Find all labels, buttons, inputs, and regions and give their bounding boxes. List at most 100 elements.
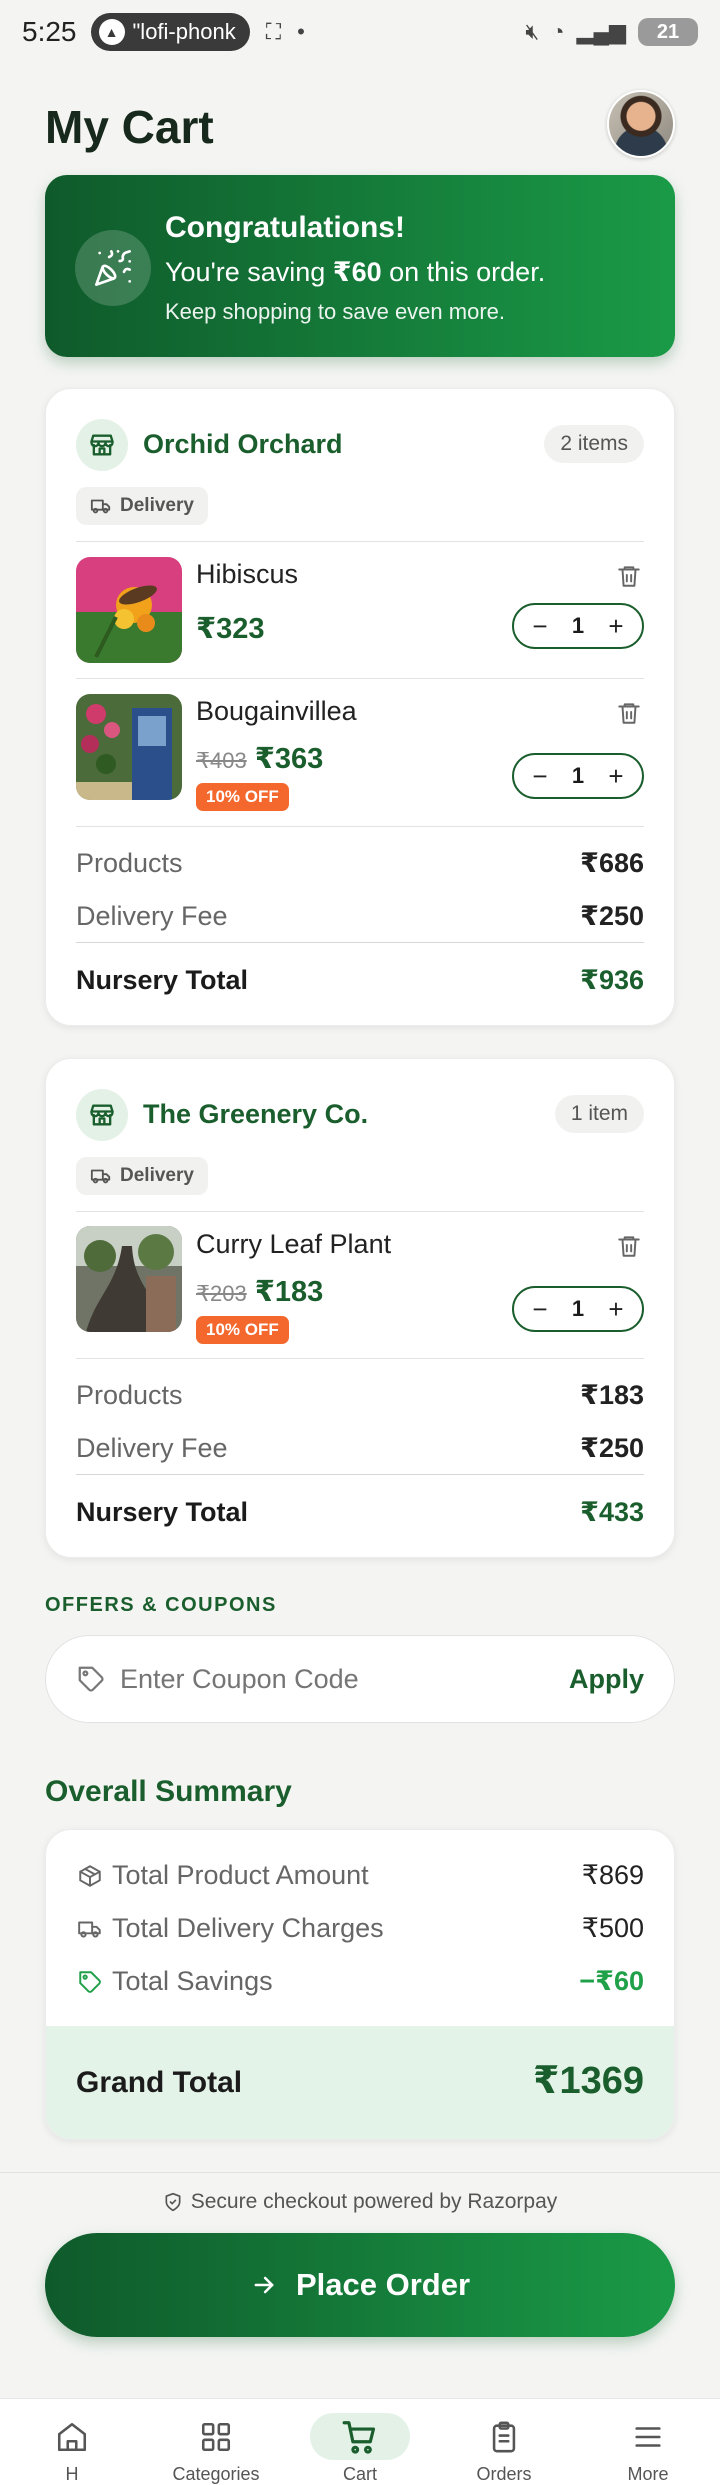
nursery-name: The Greenery Co. [143,1099,369,1129]
banner-saving-line: You're saving ₹60 on this order. [165,257,545,288]
product-name: Bougainvillea [196,696,357,726]
divider [76,678,644,679]
signal-icon: ▂▄▆ [576,19,626,44]
nursery-card-orchid-orchard: Orchid Orchard 2 items Delivery Hibiscus… [45,388,675,1026]
product-price-group: ₹403 ₹363 [196,741,323,776]
delivery-fee-label: Delivery Fee [76,1433,228,1463]
nursery-total-label: Nursery Total [76,1497,249,1527]
nursery-total-value: ₹433 [580,1497,644,1527]
product-price: ₹323 [196,613,265,645]
trash-icon [618,1236,640,1257]
products-label: Products [76,1380,183,1410]
trash-icon [618,703,640,724]
product-image-curry-leaf-plant[interactable] [76,1226,182,1332]
product-name: Curry Leaf Plant [196,1229,392,1259]
nav-item-cart[interactable]: Cart [305,2399,415,2485]
discount-badge: 10% OFF [196,783,289,811]
mute-icon: 🔇︎ [525,19,540,44]
nav-item-orders[interactable]: Orders [449,2399,559,2485]
grand-total-row: Grand Total ₹1369 [46,2026,674,2139]
decrease-quantity-button[interactable]: − [528,1296,552,1322]
tag-icon [78,1666,104,1692]
battery-icon: 21 [638,18,698,46]
product-image-hibiscus[interactable] [76,557,182,663]
product-name: Hibiscus [196,559,299,589]
truck-icon [90,499,111,514]
grand-total-value: ₹1369 [533,2060,644,2102]
bottom-nav: H Categories Cart Orders More [0,2398,720,2485]
summary-delivery-label: Total Delivery Charges [112,1913,384,1943]
divider [76,826,644,827]
original-price: ₹403 [196,748,247,773]
divider [76,1474,644,1475]
increase-quantity-button[interactable]: + [604,613,628,639]
tag-icon [76,1968,104,1996]
shield-icon: ▲ [98,19,125,45]
divider [76,1211,644,1212]
nav-item-more[interactable]: More [593,2399,703,2485]
banner-subtitle: Keep shopping to save even more. [165,299,506,324]
delete-item-button[interactable] [614,561,644,591]
nursery-total-label: Nursery Total [76,965,249,995]
battery-level: 21 [656,20,680,43]
quantity-stepper[interactable]: − 1 + [512,753,644,799]
banner-saving-suffix: on this order. [381,257,546,287]
summary-card: Total Product Amount ₹869 Total Delivery… [45,1829,675,2140]
media-pill[interactable]: ▲ "lofi-phonk [90,13,250,51]
delivery-tag-label: Delivery [120,1165,194,1186]
product-image-bougainvillea[interactable] [76,694,182,800]
truck-icon [90,1169,111,1184]
delivery-fee-value: ₹250 [580,901,644,931]
status-icons: 🔇︎ ◔ ▂▄▆ 21 [525,18,698,46]
party-popper-icon [75,230,151,306]
products-value: ₹686 [580,848,644,878]
increase-quantity-button[interactable]: + [604,1296,628,1322]
banner-saving-amount: ₹60 [332,257,382,287]
store-icon [76,419,128,471]
nav-categories-pill [166,2413,266,2460]
secure-checkout-text: Secure checkout powered by Razorpay [190,2190,558,2213]
coupon-field: Apply [45,1635,675,1723]
decrease-quantity-button[interactable]: − [528,763,552,789]
divider [0,2172,720,2173]
clipboard-icon [492,2421,516,2452]
banner-saving-prefix: You're saving [165,257,333,287]
original-price: ₹203 [196,1281,247,1306]
nav-orders-label: Orders [476,2464,532,2484]
quantity-stepper[interactable]: − 1 + [512,1286,644,1332]
increase-quantity-button[interactable]: + [604,763,628,789]
delete-item-button[interactable] [614,1231,644,1261]
quantity-value: 1 [571,1296,585,1321]
coupon-code-input[interactable] [120,1663,569,1695]
nav-item-categories[interactable]: Categories [161,2399,271,2485]
delete-item-button[interactable] [614,698,644,728]
store-icon [76,1089,128,1141]
banner-title: Congratulations! [165,211,405,244]
menu-icon [635,2426,661,2447]
nav-item-home[interactable]: H [17,2399,127,2485]
place-order-button[interactable]: Place Order [45,2233,675,2337]
avatar[interactable] [607,90,675,158]
grid-icon [201,2422,231,2451]
item-count-badge: 2 items [544,425,644,463]
summary-products-label: Total Product Amount [112,1860,369,1890]
apply-coupon-button[interactable]: Apply [569,1664,644,1695]
quantity-stepper[interactable]: − 1 + [512,603,644,649]
nav-cart-label: Cart [342,2464,377,2484]
nav-more-label: More [627,2464,669,2484]
summary-products-value: ₹869 [581,1860,644,1890]
nursery-total-value: ₹936 [580,965,644,995]
delivery-tag-label: Delivery [120,495,194,516]
summary-delivery-value: ₹500 [581,1913,644,1943]
summary-row-products: Total Product Amount ₹869 [76,1860,644,1891]
summary-row-savings: Total Savings −₹60 [76,1966,644,1997]
nav-categories-label: Categories [172,2464,260,2484]
quantity-value: 1 [571,613,585,638]
nursery-card-the-greenery-co: The Greenery Co. 1 item Delivery Curry L… [45,1058,675,1558]
nav-home-label: H [65,2464,79,2484]
discount-badge: 10% OFF [196,1316,289,1344]
decrease-quantity-button[interactable]: − [528,613,552,639]
delivery-tag: Delivery [76,1157,208,1195]
product-price: ₹183 [254,1276,324,1308]
delivery-tag: Delivery [76,487,208,525]
